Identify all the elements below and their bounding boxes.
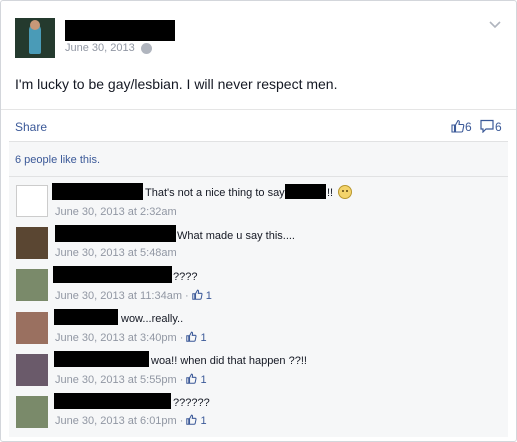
comment-text: ???? (173, 271, 198, 283)
facebook-post-card: June 30, 2013 I'm lucky to be gay/lesbia… (0, 0, 517, 442)
comment-avatar[interactable] (16, 354, 48, 386)
comment-avatar[interactable] (16, 396, 48, 428)
comment-text: ?????? (173, 397, 210, 409)
comment-meta: June 30, 2013 at 11:34am · 1 (55, 289, 212, 302)
comments-count[interactable]: 6 (495, 120, 502, 134)
divider (9, 176, 508, 177)
redacted-commenter-name[interactable] (54, 393, 171, 409)
comment-meta: June 30, 2013 at 3:40pm · 1 (55, 331, 207, 344)
thumbs-up-icon[interactable] (191, 289, 203, 300)
comment-timestamp[interactable]: June 30, 2013 at 5:48am (55, 247, 177, 259)
divider (9, 141, 508, 142)
thumbs-up-icon[interactable] (186, 331, 197, 342)
author-avatar[interactable] (15, 18, 55, 58)
comment-avatar[interactable] (16, 227, 48, 259)
comment-avatar[interactable] (16, 269, 48, 301)
comment-text: wow...really.. (121, 313, 184, 325)
post-text: I'm lucky to be gay/lesbian. I will neve… (15, 76, 338, 92)
comment-meta: June 30, 2013 at 6:01pm · 1 (55, 414, 207, 427)
thumbs-up-icon[interactable] (186, 373, 197, 384)
comment-text: That's not a nice thing to say (145, 187, 285, 199)
globe-icon[interactable] (141, 43, 152, 54)
comment-text-suffix: !! (327, 187, 334, 199)
redacted-commenter-name[interactable] (52, 183, 143, 200)
redacted-mention[interactable] (285, 184, 326, 199)
post-timestamp[interactable]: June 30, 2013 (65, 42, 135, 54)
comment-like-count[interactable]: 1 (200, 415, 206, 427)
comment-meta: June 30, 2013 at 5:55pm · 1 (55, 373, 207, 386)
comment-like-count[interactable]: 1 (200, 332, 206, 344)
redacted-commenter-name[interactable] (54, 309, 118, 325)
comment-avatar[interactable] (16, 312, 48, 344)
comment-like-count[interactable]: 1 (200, 374, 206, 386)
comment-timestamp[interactable]: June 30, 2013 at 6:01pm (55, 415, 177, 427)
thumbs-up-icon[interactable] (186, 414, 197, 425)
chevron-down-icon[interactable] (489, 18, 501, 30)
redacted-author-name[interactable] (65, 20, 175, 41)
comment-timestamp[interactable]: June 30, 2013 at 3:40pm (55, 332, 177, 344)
likes-count[interactable]: 6 (465, 120, 472, 134)
comment-timestamp[interactable]: June 30, 2013 at 11:34am (55, 290, 182, 302)
share-button[interactable]: Share (15, 120, 47, 134)
frown-emoji-icon (338, 185, 352, 199)
divider (1, 109, 516, 110)
redacted-commenter-name[interactable] (54, 351, 149, 367)
comment-text: woa!! when did that happen ??!! (151, 355, 307, 367)
comment-timestamp[interactable]: June 30, 2013 at 2:32am (55, 206, 177, 218)
comment-avatar[interactable] (16, 185, 48, 217)
comment-like-count[interactable]: 1 (206, 290, 212, 302)
comment-timestamp[interactable]: June 30, 2013 at 5:55pm (55, 374, 177, 386)
redacted-commenter-name[interactable] (55, 225, 176, 242)
likes-summary-link[interactable]: 6 people like this. (15, 154, 100, 166)
comment-text: What made u say this.... (177, 230, 295, 242)
comment-icon[interactable] (480, 119, 494, 133)
redacted-commenter-name[interactable] (53, 266, 172, 283)
thumbs-up-icon[interactable] (451, 119, 465, 133)
